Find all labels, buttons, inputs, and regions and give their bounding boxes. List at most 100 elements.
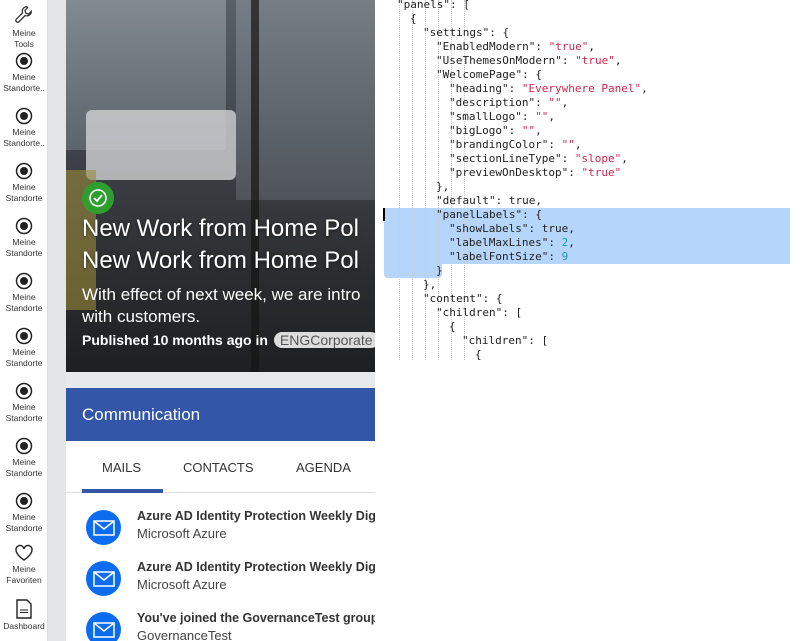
radio-icon	[0, 52, 48, 70]
radio-icon	[0, 217, 48, 235]
sidebar-item-label: Meine	[12, 292, 36, 302]
json-editor[interactable]: "panels": [{"settings": {"EnabledModern"…	[375, 0, 802, 641]
code-line: "heading": "Everywhere Panel",	[449, 82, 648, 95]
indent-guide	[399, 0, 400, 360]
code-line: "sectionLineType": "slope",	[449, 152, 628, 165]
code-line: "labelFontSize": 9	[449, 250, 569, 263]
check-circle-icon	[82, 182, 114, 214]
sidebar-item-label: Meine	[12, 512, 36, 522]
tab-mails[interactable]: MAILS	[102, 460, 141, 475]
mail-icon	[86, 561, 121, 596]
text-caret	[383, 208, 385, 221]
code-line: "content": {	[423, 292, 503, 305]
code-line: "description": "",	[449, 96, 569, 109]
sidebar-item-0[interactable]: Meine Tools	[0, 4, 48, 50]
main-content: New Work from Home Pol New Work from Hom…	[66, 0, 375, 641]
sidebar-item-label: Meine	[12, 127, 36, 137]
code-line: "UseThemesOnModern": "true",	[436, 54, 622, 67]
code-line: "EnabledModern": "true",	[436, 40, 595, 53]
radio-icon	[0, 107, 48, 125]
sidebar-item-label: Meine	[12, 347, 36, 357]
news-title[interactable]: New Work from Home Pol	[82, 215, 359, 243]
gutter	[48, 0, 66, 641]
mail-item[interactable]: Azure AD Identity Protection Weekly Dig M…	[66, 508, 375, 558]
code-line: "default": true,	[436, 194, 542, 207]
radio-icon	[0, 327, 48, 345]
sidebar-item-label: Standorte	[5, 248, 43, 258]
code-line: "children": [	[462, 334, 549, 347]
sidebar-item-label: Meine	[12, 182, 36, 192]
sidebar-item-6[interactable]: Meine Standorte	[0, 327, 48, 369]
sidebar-item-label: Standorte	[5, 303, 43, 313]
sidebar-item-label: Meine	[12, 72, 36, 82]
code-line: "panels": [	[397, 0, 470, 11]
code-line: "showLabels": true,	[449, 222, 575, 235]
sidebar-item-2[interactable]: Meine Standorte..	[0, 107, 48, 149]
news-title-2[interactable]: New Work from Home Pol	[82, 247, 359, 275]
sidebar-item-label: Standorte	[5, 523, 43, 533]
code-line: "bigLogo": "",	[449, 124, 542, 137]
code-line: "children": [	[436, 306, 523, 319]
sidebar-item-label: Standorte	[5, 413, 43, 423]
heart-icon	[0, 544, 48, 562]
communication-header: Communication	[66, 388, 375, 441]
news-description: With effect of next week, we are intro wi…	[82, 285, 361, 326]
sidebar-item-5[interactable]: Meine Standorte	[0, 272, 48, 314]
mail-sender: GovernanceTest	[137, 628, 232, 641]
code-line: "smallLogo": "",	[449, 110, 555, 123]
code-line: "settings": {	[423, 26, 510, 39]
code-line: "WelcomePage": {	[436, 68, 542, 81]
sidebar-item-4[interactable]: Meine Standorte	[0, 217, 48, 259]
sidebar-item-8[interactable]: Meine Standorte	[0, 437, 48, 479]
sidebar-item-label: Favoriten	[6, 575, 42, 585]
radio-icon	[0, 492, 48, 510]
sidebar-item-label: Standorte	[5, 468, 43, 478]
sidebar-item-label: Meine	[12, 457, 36, 467]
sidebar-item-3[interactable]: Meine Standorte	[0, 162, 48, 204]
sidebar-item-label: Meine	[12, 402, 36, 412]
code-line: {	[449, 320, 456, 333]
radio-icon	[0, 272, 48, 290]
mail-sender: Microsoft Azure	[137, 577, 227, 592]
tab-agenda[interactable]: AGENDA	[296, 460, 351, 475]
sidebar-item-10[interactable]: Meine Favoriten	[0, 544, 48, 586]
selection-highlight-end	[384, 264, 442, 278]
sidebar-item-label: Standorte	[5, 193, 43, 203]
code-line: "panelLabels": {	[436, 208, 542, 221]
radio-icon	[0, 382, 48, 400]
sidebar-item-label: Tools	[14, 39, 34, 49]
sidebar-item-label: Standorte..	[3, 138, 45, 148]
indent-guide	[425, 0, 426, 360]
radio-icon	[0, 162, 48, 180]
indent-guide	[412, 0, 413, 360]
document-icon	[0, 599, 48, 619]
code-line: "labelMaxLines": 2,	[449, 236, 575, 249]
sidebar-item-label: Dashboard	[3, 621, 45, 631]
code-line: },	[423, 278, 437, 291]
tab-contacts[interactable]: CONTACTS	[183, 460, 254, 475]
news-hero[interactable]: New Work from Home Pol New Work from Hom…	[66, 0, 375, 372]
site-tag[interactable]: ENGCorporate	[273, 332, 375, 348]
mail-item[interactable]: You've joined the GovernanceTest group Go…	[66, 610, 375, 641]
code-line: },	[436, 180, 450, 193]
code-line: {	[410, 12, 417, 25]
mail-sender: Microsoft Azure	[137, 526, 227, 541]
sidebar-item-7[interactable]: Meine Standorte	[0, 382, 48, 424]
wrench-icon	[0, 4, 48, 26]
mail-item[interactable]: Azure AD Identity Protection Weekly Dig M…	[66, 559, 375, 609]
sidebar-item-1[interactable]: Meine Standorte..	[0, 52, 48, 94]
sidebar: Meine Tools Meine Standorte.. Meine Standorte…	[0, 0, 48, 641]
code-line: "brandingColor": "",	[449, 138, 582, 151]
communication-tabs: MAILS CONTACTS AGENDA	[66, 441, 375, 493]
sidebar-item-label: Standorte	[5, 358, 43, 368]
sidebar-item-label: Meine	[12, 237, 36, 247]
code-line: "previewOnDesktop": "true"	[449, 166, 622, 179]
code-line: }	[436, 264, 443, 277]
mail-icon	[86, 612, 121, 641]
published-info: Published 10 months ago in ENGCorporate	[82, 332, 375, 348]
code-line: {	[475, 348, 482, 361]
mail-icon	[86, 510, 121, 545]
sidebar-item-11[interactable]: Dashboard	[0, 599, 48, 632]
mail-subject: Azure AD Identity Protection Weekly Dig	[137, 509, 375, 523]
sidebar-item-9[interactable]: Meine Standorte	[0, 492, 48, 534]
